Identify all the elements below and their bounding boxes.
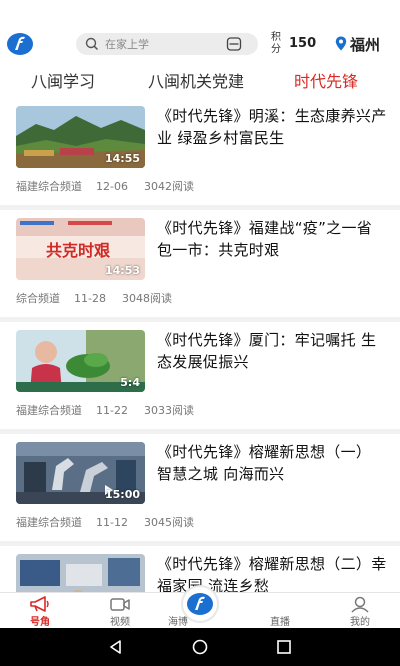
thumbnail-caption: 共克时艰 <box>46 241 111 260</box>
search-icon <box>85 37 99 51</box>
news-feed: 14:55 《时代先锋》明溪：生态康养兴产业 绿盈乡村富民生 福建综合频道 12-… <box>0 98 400 592</box>
news-title[interactable]: 《时代先锋》明溪：生态康养兴产业 绿盈乡村富民生 <box>157 105 387 149</box>
points-value[interactable]: 150 <box>289 36 316 51</box>
list-item[interactable]: 15:00 《时代先锋》榕耀新思想（一） 智慧之城 向海而兴 福建综合频道 11-… <box>0 434 400 546</box>
news-title[interactable]: 《时代先锋》福建战“疫”之一省包一市：共克时艰 <box>157 217 387 261</box>
news-reads: 3042阅读 <box>143 180 194 193</box>
video-thumbnail[interactable] <box>16 554 145 592</box>
tab-bamin-party[interactable]: 八闽机关党建 <box>148 68 244 92</box>
center-logo-button[interactable] <box>181 585 219 623</box>
horn-icon <box>30 596 49 612</box>
news-title[interactable]: 《时代先锋》厦门：牢记嘱托 生态发展促振兴 <box>157 329 387 373</box>
nav-label: 视频 <box>110 617 130 628</box>
search-bar[interactable]: 在家上学 <box>76 33 258 55</box>
profile-icon <box>351 596 369 613</box>
news-meta: 综合频道 11-28 3048阅读 <box>16 290 172 306</box>
location-pin-icon <box>335 36 347 51</box>
news-meta: 福建综合频道 12-06 3042阅读 <box>16 178 194 194</box>
news-date: 11-28 <box>74 292 106 305</box>
nav-label: 号角 <box>30 617 50 628</box>
news-date: 11-12 <box>96 516 128 529</box>
search-placeholder: 在家上学 <box>105 38 149 51</box>
video-thumbnail[interactable]: 共克时艰 14:53 <box>16 218 145 280</box>
video-duration: 14:55 <box>104 152 140 165</box>
location-city[interactable]: 福州 <box>350 34 380 55</box>
news-source: 福建综合频道 <box>16 180 82 193</box>
nav-horn[interactable]: 号角 <box>10 593 70 629</box>
video-icon <box>110 598 130 611</box>
back-icon[interactable] <box>108 639 124 655</box>
nav-live[interactable]: 直播 <box>250 593 310 629</box>
list-item[interactable]: 5:4 《时代先锋》厦门：牢记嘱托 生态发展促振兴 福建综合频道 11-22 303… <box>0 322 400 434</box>
list-item[interactable]: 14:55 《时代先锋》明溪：生态康养兴产业 绿盈乡村富民生 福建综合频道 12-… <box>0 98 400 210</box>
news-source: 综合频道 <box>16 292 60 305</box>
home-icon[interactable] <box>192 639 208 655</box>
news-reads: 3045阅读 <box>143 516 194 529</box>
app-logo-icon <box>187 593 213 615</box>
news-source: 福建综合频道 <box>16 404 82 417</box>
live-icon <box>269 595 291 613</box>
system-navigation-bar <box>0 628 400 666</box>
category-tabs: 八闽学习 八闽机关党建 时代先锋 <box>0 62 400 98</box>
app-logo-icon[interactable] <box>6 32 34 56</box>
news-meta: 福建综合频道 11-12 3045阅读 <box>16 514 194 530</box>
nav-label: 直播 <box>270 617 290 628</box>
news-date: 11-22 <box>96 404 128 417</box>
nav-profile[interactable]: 我的 <box>330 593 390 629</box>
video-duration: 15:00 <box>104 488 140 501</box>
news-reads: 3033阅读 <box>143 404 194 417</box>
recents-icon[interactable] <box>276 639 292 655</box>
top-bar: 在家上学 积分 150 福州 <box>0 0 400 62</box>
video-thumbnail[interactable]: 5:4 <box>16 330 145 392</box>
scan-icon[interactable] <box>226 37 242 51</box>
tab-bamin-study[interactable]: 八闽学习 <box>31 68 95 92</box>
video-thumbnail[interactable]: 15:00 <box>16 442 145 504</box>
news-reads: 3048阅读 <box>121 292 172 305</box>
video-thumbnail[interactable]: 14:55 <box>16 106 145 168</box>
office-image <box>16 554 145 592</box>
nav-label: 我的 <box>350 617 370 628</box>
video-duration: 14:53 <box>104 264 140 277</box>
news-source: 福建综合频道 <box>16 516 82 529</box>
tab-era-pioneer[interactable]: 时代先锋 <box>294 68 358 92</box>
news-meta: 福建综合频道 11-22 3033阅读 <box>16 402 194 418</box>
points-label: 积分 <box>271 32 281 55</box>
video-duration: 5:4 <box>120 376 140 389</box>
list-item[interactable]: 共克时艰 14:53 《时代先锋》福建战“疫”之一省包一市：共克时艰 综合频道 1… <box>0 210 400 322</box>
news-date: 12-06 <box>96 180 128 193</box>
news-title[interactable]: 《时代先锋》榕耀新思想（一） 智慧之城 向海而兴 <box>157 441 387 485</box>
nav-video[interactable]: 视频 <box>90 593 150 629</box>
